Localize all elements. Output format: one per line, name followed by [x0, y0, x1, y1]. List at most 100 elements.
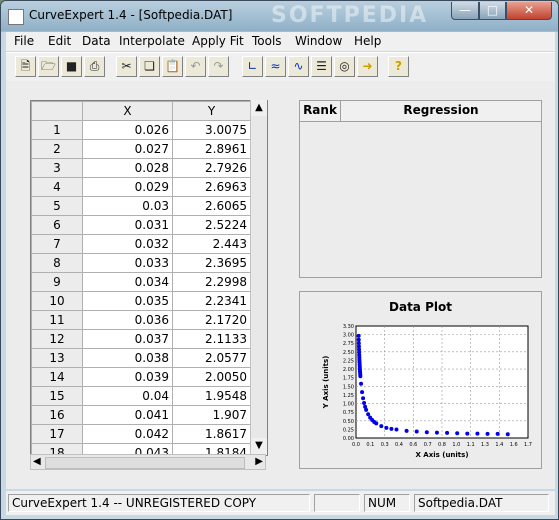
cell-y[interactable]: 3.0075 — [172, 120, 251, 140]
cell-x[interactable]: 0.035 — [82, 291, 173, 311]
close-button[interactable]: ✕ — [506, 2, 552, 20]
cell-x[interactable]: 0.034 — [82, 272, 173, 292]
minimize-button[interactable]: — — [451, 2, 479, 20]
cell-y[interactable]: 2.1720 — [172, 310, 251, 330]
row-number[interactable]: 8 — [31, 253, 83, 273]
table-row[interactable]: 6 0.031 2.5224 — [31, 215, 251, 235]
row-number[interactable]: 13 — [31, 348, 83, 368]
cell-y[interactable]: 2.2341 — [172, 291, 251, 311]
table-row[interactable]: 7 0.032 2.443 — [31, 234, 251, 254]
table-row[interactable]: 10 0.035 2.2341 — [31, 291, 251, 311]
paste-icon[interactable]: 📋 — [162, 56, 183, 77]
cell-y[interactable]: 2.0577 — [172, 348, 251, 368]
cell-y[interactable]: 1.9548 — [172, 386, 251, 406]
cell-x[interactable]: 0.031 — [82, 215, 173, 235]
cell-x[interactable]: 0.037 — [82, 329, 173, 349]
cell-x[interactable]: 0.036 — [82, 310, 173, 330]
menu-help[interactable]: Help — [354, 34, 381, 48]
cell-y[interactable]: 2.5224 — [172, 215, 251, 235]
data-grid[interactable]: X Y 1 0.026 3.0075 2 0.027 2.8961 3 0.028 2.7926… — [30, 100, 268, 456]
new-icon[interactable]: 🗎 — [15, 56, 36, 77]
scroll-thumb[interactable] — [45, 457, 245, 469]
regression-icon[interactable]: ∿ — [288, 56, 309, 77]
redo-icon[interactable]: ↷ — [208, 56, 229, 77]
cell-y[interactable]: 2.2998 — [172, 272, 251, 292]
row-number[interactable]: 10 — [31, 291, 83, 311]
row-number[interactable]: 17 — [31, 424, 83, 444]
cell-y[interactable]: 2.3695 — [172, 253, 251, 273]
scroll-left-arrow-icon[interactable]: ◀ — [33, 456, 41, 467]
regression-header[interactable]: Regression — [341, 101, 541, 122]
cell-x[interactable]: 0.039 — [82, 367, 173, 387]
table-row[interactable]: 13 0.038 2.0577 — [31, 348, 251, 368]
row-number[interactable]: 4 — [31, 177, 83, 197]
vertical-scrollbar[interactable]: ▲ ▼ — [250, 100, 267, 454]
table-row[interactable]: 14 0.039 2.0050 — [31, 367, 251, 387]
title-bar[interactable]: CurveExpert 1.4 - [Softpedia.DAT] SOFTPE… — [1, 1, 558, 31]
cell-x[interactable]: 0.032 — [82, 234, 173, 254]
row-number[interactable]: 15 — [31, 386, 83, 406]
cell-x[interactable]: 0.04 — [82, 386, 173, 406]
maximize-button[interactable]: □ — [479, 2, 506, 20]
cell-y[interactable]: 1.907 — [172, 405, 251, 425]
cell-x[interactable]: 0.028 — [82, 158, 173, 178]
plot-icon[interactable]: ∟ — [242, 56, 263, 77]
menu-edit[interactable]: Edit — [48, 34, 71, 48]
menu-file[interactable]: File — [14, 34, 34, 48]
help-icon[interactable]: ? — [388, 56, 409, 77]
scroll-right-arrow-icon[interactable]: ▶ — [255, 456, 263, 467]
row-number[interactable]: 5 — [31, 196, 83, 216]
table-row[interactable]: 15 0.04 1.9548 — [31, 386, 251, 406]
undo-icon[interactable]: ↶ — [185, 56, 206, 77]
row-number[interactable]: 2 — [31, 139, 83, 159]
row-number[interactable]: 1 — [31, 120, 83, 140]
data-plot-chart[interactable]: 0.0 0.1 0.3 0.4 0.6 0.7 0.8 1.0 1.1 1.3 1.4 1.6 1.7 0… — [300, 292, 541, 468]
table-row[interactable]: 2 0.027 2.8961 — [31, 139, 251, 159]
table-row[interactable]: 9 0.034 2.2998 — [31, 272, 251, 292]
grid-corner[interactable] — [31, 101, 83, 121]
curvefinder-icon[interactable]: ◎ — [334, 56, 355, 77]
row-number[interactable]: 7 — [31, 234, 83, 254]
table-row[interactable]: 17 0.042 1.8617 — [31, 424, 251, 444]
cell-y[interactable]: 2.7926 — [172, 158, 251, 178]
row-number[interactable]: 14 — [31, 367, 83, 387]
cell-y[interactable]: 2.1133 — [172, 329, 251, 349]
results-icon[interactable]: ☰ — [311, 56, 332, 77]
cell-y[interactable]: 2.6065 — [172, 196, 251, 216]
cell-y[interactable]: 2.443 — [172, 234, 251, 254]
column-header-y[interactable]: Y — [172, 101, 251, 121]
plot-all-icon[interactable]: ≈ — [265, 56, 286, 77]
lightning-icon[interactable]: ➜ — [357, 56, 378, 77]
cell-x[interactable]: 0.041 — [82, 405, 173, 425]
cell-x[interactable]: 0.029 — [82, 177, 173, 197]
cell-y[interactable]: 2.8961 — [172, 139, 251, 159]
table-row[interactable]: 3 0.028 2.7926 — [31, 158, 251, 178]
cell-y[interactable]: 1.8617 — [172, 424, 251, 444]
cell-y[interactable]: 2.0050 — [172, 367, 251, 387]
cell-y[interactable]: 2.6963 — [172, 177, 251, 197]
menu-interpolate[interactable]: Interpolate — [119, 34, 185, 48]
row-number[interactable]: 3 — [31, 158, 83, 178]
column-header-x[interactable]: X — [82, 101, 173, 121]
menu-window[interactable]: Window — [295, 34, 342, 48]
row-number[interactable]: 11 — [31, 310, 83, 330]
menu-apply-fit[interactable]: Apply Fit — [192, 34, 244, 48]
row-number[interactable]: 6 — [31, 215, 83, 235]
horizontal-scrollbar[interactable]: ◀ ▶ — [30, 454, 266, 470]
scroll-up-arrow-icon[interactable]: ▲ — [251, 100, 267, 116]
table-row[interactable]: 5 0.03 2.6065 — [31, 196, 251, 216]
table-row[interactable]: 16 0.041 1.907 — [31, 405, 251, 425]
open-icon[interactable]: 🗁 — [38, 56, 59, 77]
row-number[interactable]: 9 — [31, 272, 83, 292]
cell-x[interactable]: 0.026 — [82, 120, 173, 140]
menu-data[interactable]: Data — [82, 34, 111, 48]
copy-icon[interactable]: ❏ — [139, 56, 160, 77]
cell-x[interactable]: 0.038 — [82, 348, 173, 368]
table-row[interactable]: 8 0.033 2.3695 — [31, 253, 251, 273]
save-icon[interactable]: ■ — [61, 56, 82, 77]
row-number[interactable]: 12 — [31, 329, 83, 349]
cell-x[interactable]: 0.027 — [82, 139, 173, 159]
row-number[interactable]: 16 — [31, 405, 83, 425]
menu-tools[interactable]: Tools — [252, 34, 282, 48]
cut-icon[interactable]: ✂ — [116, 56, 137, 77]
